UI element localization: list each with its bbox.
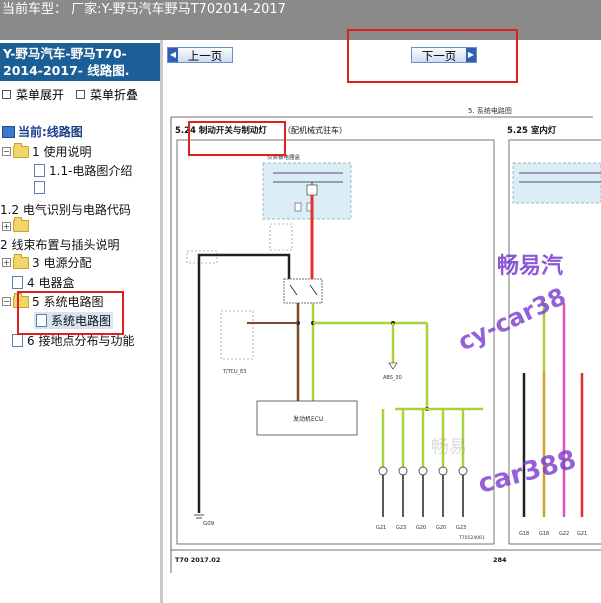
tree-item-label: 1.1-电路图介绍 (49, 164, 133, 178)
ground-label-1: G21 (376, 525, 386, 531)
collapse-icon (76, 90, 85, 99)
left-diagram-title-suffix: （配机械式驻车） (283, 125, 347, 135)
brake-switch (283, 278, 323, 304)
tree-item-label: 1 使用说明 (32, 145, 92, 159)
tree-item-folder[interactable]: + (2, 217, 32, 232)
sidebar-title: Y-野马汽车-野马T70-2014-2017- 线路图. (0, 43, 160, 81)
right-ground-label-3: G22 (559, 531, 569, 537)
wiring-diagram-page: 5. 系统电路图 5.24 制动开关与制动灯 （配机械式驻车） 5.25 室内灯… (163, 73, 601, 603)
watermark-faint: 畅易 (431, 437, 467, 458)
tree-item-doc[interactable] (34, 181, 49, 194)
lamp-branches (378, 409, 468, 517)
document-icon (34, 181, 45, 194)
tree-item-usage[interactable]: − 1 使用说明 (2, 142, 92, 160)
document-icon (12, 276, 23, 289)
collapse-toggle-icon[interactable]: − (2, 297, 11, 306)
tree-root[interactable]: 当前:线路图 (2, 123, 83, 140)
prev-page-button[interactable]: ◀ 上一页 (167, 47, 233, 63)
ground-label-2: G23 (396, 525, 406, 531)
right-ground-label-4: G21 (577, 531, 587, 537)
tree-item-label: 4 电器盒 (27, 276, 75, 290)
watermark-site: cy-car38 (454, 282, 571, 356)
ecu-label: 发动机ECU (293, 415, 323, 423)
footer-model: T70 2017.02 (175, 556, 220, 564)
g09-ground-label: G09 (203, 521, 215, 527)
tree-item-label: 2 线束布置与插头说明 (0, 238, 120, 252)
tree-item-relay-box[interactable]: 4 电器盒 (12, 274, 74, 291)
tree-item-harness[interactable]: 2 线束布置与插头说明 (0, 236, 119, 253)
tree-item-power[interactable]: + 3 电源分配 (2, 253, 92, 271)
highlight-box (188, 121, 286, 156)
expand-icon (2, 90, 11, 99)
computer-icon (2, 125, 15, 138)
sidebar: Y-野马汽车-野马T70-2014-2017- 线路图. 菜单展开 菜单折叠 当… (0, 40, 160, 603)
collapse-toggle-icon[interactable]: − (2, 147, 11, 156)
arrow-left-icon: ◀ (168, 48, 178, 62)
prev-page-label: 上一页 (187, 49, 223, 63)
watermark-text: 畅易汽 (497, 253, 563, 279)
highlight-box (17, 291, 124, 335)
folder-icon (13, 217, 29, 232)
page-nav-bar: ◀ 上一页 下一页 ▶ (163, 29, 601, 83)
right-ground-label-1: G18 (519, 531, 529, 537)
menu-expand-button[interactable]: 菜单展开 (2, 86, 64, 103)
document-icon (12, 334, 23, 347)
ground-label-5: G23 (456, 525, 466, 531)
menu-expand-label: 菜单展开 (16, 88, 65, 102)
expand-toggle-icon[interactable]: + (2, 221, 11, 231)
ground-label-4: G20 (436, 525, 446, 531)
tree-item-label: 3 电源分配 (32, 256, 92, 270)
ground-label-3: G20 (416, 525, 426, 531)
right-diagram-title: 5.25 室内灯 (507, 125, 557, 136)
tree-item-circuit-intro[interactable]: 1.1-电路图介绍 (34, 162, 132, 179)
menu-collapse-label: 菜单折叠 (90, 88, 139, 102)
footer-page-number: 284 (493, 556, 507, 564)
right-ground-label-2: G18 (539, 531, 549, 537)
tree-item-label: 1.2 电气识别与电路代码 (0, 203, 131, 217)
tree-item-electrical-id[interactable]: 1.2 电气识别与电路代码 (0, 201, 131, 218)
expand-toggle-icon[interactable]: + (2, 258, 11, 267)
folder-icon (13, 253, 29, 269)
current-model-label: 当前车型： 厂家:Y-野马汽车野马T702014-2017 (2, 2, 286, 17)
tcu-label: T/TCU_E3 (222, 369, 247, 375)
diagram-code: T70524001 (458, 535, 485, 541)
folder-open-icon (13, 142, 29, 158)
abs-label: ABS_30 (383, 375, 402, 381)
document-icon (34, 164, 45, 177)
tree-root-label: 当前:线路图 (18, 125, 83, 139)
section-header: 5. 系统电路图 (468, 106, 512, 115)
menu-collapse-button[interactable]: 菜单折叠 (76, 86, 138, 103)
